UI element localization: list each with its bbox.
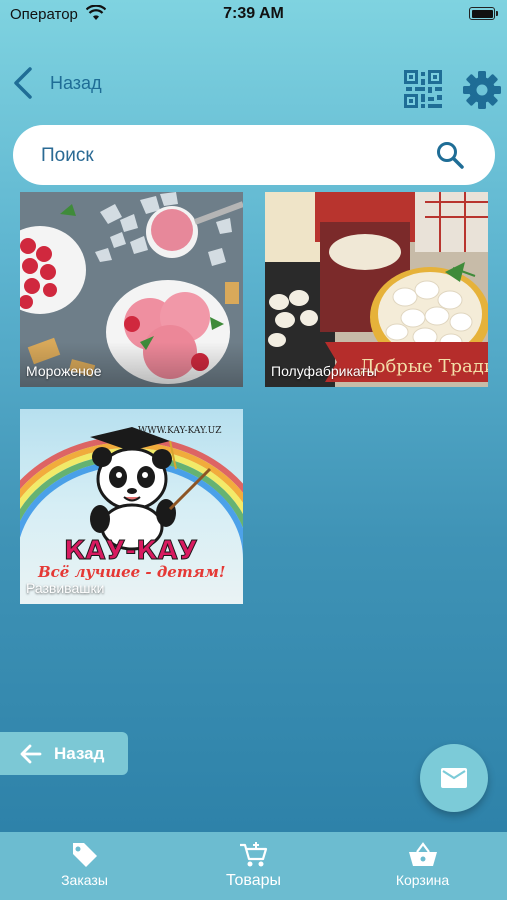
chevron-left-icon: [14, 67, 32, 99]
back-button[interactable]: Назад: [0, 732, 128, 775]
ice-cream-photo: [20, 192, 243, 387]
search-placeholder: Поиск: [41, 145, 94, 166]
tab-label: Заказы: [61, 872, 108, 888]
tab-label: Корзина: [395, 872, 450, 888]
back-nav-button[interactable]: Назад: [10, 66, 102, 100]
gear-icon[interactable]: [462, 70, 502, 110]
category-tile-semi-finished[interactable]: Добрые Традиции Полуфабрикаты: [265, 192, 488, 387]
search-icon[interactable]: [435, 140, 465, 170]
tab-cart[interactable]: Корзина: [338, 832, 507, 900]
category-tile-educational[interactable]: WWW.KAY-KAY.UZ КАУ-КАУ Всё лучшее - детя…: [20, 409, 243, 604]
cart-icon: [239, 842, 267, 867]
tab-bar: Заказы Товары Корзина: [0, 832, 507, 900]
arrow-left-icon: [20, 744, 42, 763]
svg-text:Добрые Традиции: Добрые Традиции: [360, 356, 488, 377]
tab-orders[interactable]: Заказы: [0, 832, 169, 900]
category-label: Развивашки: [26, 580, 105, 596]
message-fab[interactable]: [420, 744, 488, 812]
tag-icon: [72, 843, 97, 867]
battery-icon: [469, 7, 498, 20]
category-label: Мороженое: [26, 363, 102, 379]
qr-code-icon[interactable]: [404, 70, 442, 108]
back-button-label: Назад: [54, 743, 105, 763]
tab-products[interactable]: Товары: [169, 832, 338, 900]
svg-text:Всё лучшее - детям!: Всё лучшее - детям!: [37, 563, 226, 581]
svg-text:КАУ-КАУ: КАУ-КАУ: [64, 536, 198, 566]
category-label: Полуфабрикаты: [271, 363, 377, 379]
status-bar: Оператор 7:39 AM: [0, 0, 507, 30]
tab-label: Товары: [225, 872, 282, 889]
kay-kay-logo: WWW.KAY-KAY.UZ КАУ-КАУ Всё лучшее - детя…: [20, 426, 243, 581]
dumplings-photo: Добрые Традиции: [265, 192, 488, 387]
search-field[interactable]: Поиск: [13, 125, 495, 185]
basket-icon: [408, 842, 437, 866]
back-nav-label: Назад: [50, 72, 102, 93]
category-tile-ice-cream[interactable]: Мороженое: [20, 192, 243, 387]
mail-icon: [441, 768, 467, 788]
clock: 7:39 AM: [223, 5, 284, 22]
